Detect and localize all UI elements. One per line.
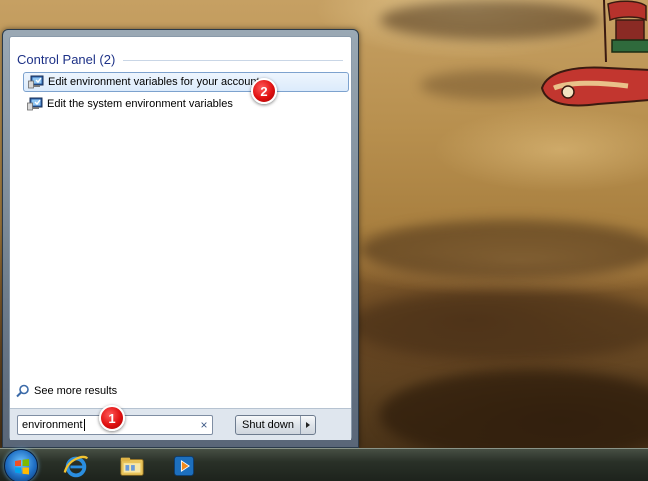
see-more-results-link[interactable]: See more results <box>16 383 117 399</box>
folder-library-icon <box>120 457 144 476</box>
callout-badge-2: 2 <box>251 78 277 104</box>
cloud <box>380 370 648 448</box>
internet-explorer-icon[interactable] <box>58 450 94 481</box>
start-menu: Control Panel (2) Edit environment varia… <box>2 29 359 448</box>
callout-badge-1: 1 <box>99 405 125 431</box>
cloud <box>350 290 648 360</box>
media-player-logo <box>174 455 194 476</box>
result-label: Edit environment variables for your acco… <box>48 76 260 88</box>
cloud <box>360 220 648 280</box>
group-header-divider <box>123 59 343 61</box>
seaplane-illustration <box>540 0 648 107</box>
see-more-label: See more results <box>34 385 118 397</box>
shutdown-button[interactable]: Shut down <box>236 416 301 434</box>
taskbar <box>0 448 648 481</box>
search-icon <box>16 384 29 398</box>
windows-logo-icon <box>15 459 29 475</box>
control-panel-system-icon <box>28 75 44 89</box>
shutdown-button-group: Shut down <box>235 415 316 435</box>
result-edit-system-env-vars[interactable]: Edit the system environment variables <box>23 94 349 114</box>
clear-search-icon[interactable]: × <box>196 418 212 432</box>
shutdown-options-arrow-icon[interactable] <box>301 416 315 434</box>
windows-explorer-icon[interactable] <box>114 450 150 481</box>
text-caret <box>83 419 85 432</box>
internet-explorer-logo <box>63 455 89 477</box>
result-label: Edit the system environment variables <box>47 98 233 110</box>
media-player-icon[interactable] <box>166 450 202 481</box>
result-edit-env-vars-account[interactable]: Edit environment variables for your acco… <box>23 72 349 92</box>
control-panel-system-icon <box>27 97 43 111</box>
search-results-pane: Control Panel (2) Edit environment varia… <box>9 36 352 440</box>
results-group-header[interactable]: Control Panel (2) <box>17 49 343 69</box>
start-menu-bottom-bar: environment × Shut down <box>10 408 351 440</box>
group-header-title: Control Panel (2) <box>17 51 116 67</box>
start-orb-icon[interactable] <box>4 449 38 481</box>
